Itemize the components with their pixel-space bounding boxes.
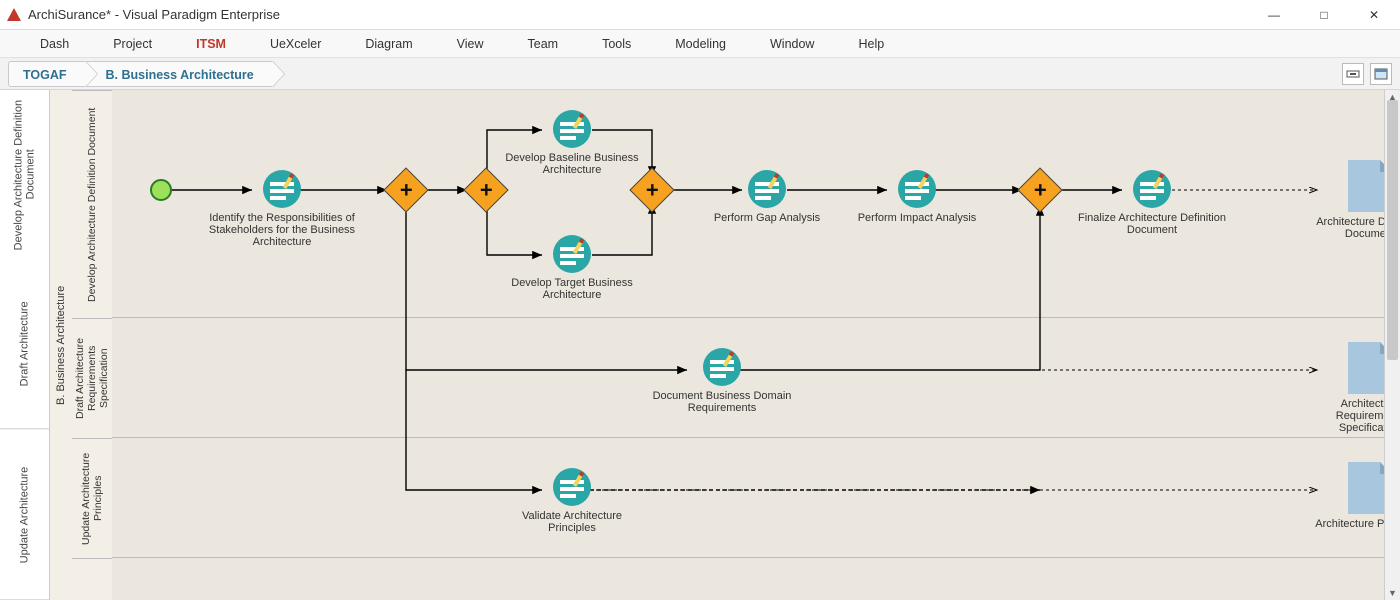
menu-bar: Dash Project ITSM UeXceler Diagram View … bbox=[0, 30, 1400, 58]
gateway-g3[interactable]: + bbox=[636, 174, 668, 206]
title-bar: ArchiSurance* - Visual Paradigm Enterpri… bbox=[0, 0, 1400, 30]
task-label: Develop Baseline Business Architecture bbox=[497, 152, 647, 176]
task-document-requirements[interactable]: Document Business Domain Requirements bbox=[642, 348, 802, 414]
menu-dash[interactable]: Dash bbox=[18, 30, 91, 57]
minimize-icon: — bbox=[1268, 8, 1280, 22]
menu-view[interactable]: View bbox=[435, 30, 506, 57]
lane-header-update[interactable]: Update Architecture Principles bbox=[72, 438, 112, 558]
task-finalize-definition[interactable]: Finalize Architecture Definition Documen… bbox=[1077, 170, 1227, 236]
menu-diagram[interactable]: Diagram bbox=[343, 30, 434, 57]
data-object-requirements-spec[interactable]: Architecture Requirements Specification bbox=[1310, 342, 1384, 434]
task-label: Finalize Architecture Definition Documen… bbox=[1077, 212, 1227, 236]
breadcrumb: TOGAF B. Business Architecture bbox=[8, 61, 273, 87]
lane-update bbox=[112, 438, 1384, 558]
pool-header[interactable]: B. Business Architecture bbox=[50, 90, 72, 600]
minimize-button[interactable]: — bbox=[1260, 5, 1288, 25]
gateway-g2[interactable]: + bbox=[470, 174, 502, 206]
menu-help[interactable]: Help bbox=[836, 30, 906, 57]
task-label: Document Business Domain Requirements bbox=[647, 390, 797, 414]
diagram-canvas[interactable]: Identify the Responsibilities of Stakeho… bbox=[112, 90, 1384, 600]
scroll-thumb[interactable] bbox=[1387, 100, 1398, 360]
task-label: Validate Architecture Principles bbox=[497, 510, 647, 534]
task-gap-analysis[interactable]: Perform Gap Analysis bbox=[697, 170, 837, 224]
task-impact-analysis[interactable]: Perform Impact Analysis bbox=[842, 170, 992, 224]
outline-draft[interactable]: Draft Architecture bbox=[0, 259, 49, 429]
task-develop-target[interactable]: Develop Target Business Architecture bbox=[497, 235, 647, 301]
menu-project[interactable]: Project bbox=[91, 30, 174, 57]
toolbar-panel-icon[interactable] bbox=[1370, 63, 1392, 85]
start-event[interactable] bbox=[150, 179, 172, 201]
menu-modeling[interactable]: Modeling bbox=[653, 30, 748, 57]
menu-tools[interactable]: Tools bbox=[580, 30, 653, 57]
breadcrumb-bar: TOGAF B. Business Architecture bbox=[0, 58, 1400, 90]
menu-itsm[interactable]: ITSM bbox=[174, 30, 248, 57]
lane-header-draft[interactable]: Draft Architecture Requirements Specific… bbox=[72, 318, 112, 438]
breadcrumb-item-togaf[interactable]: TOGAF bbox=[8, 61, 86, 87]
task-validate-principles[interactable]: Validate Architecture Principles bbox=[497, 468, 647, 534]
toolbar-fit-icon[interactable] bbox=[1342, 63, 1364, 85]
task-label: Perform Impact Analysis bbox=[842, 212, 992, 224]
task-label: Develop Target Business Architecture bbox=[497, 277, 647, 301]
task-label: Perform Gap Analysis bbox=[697, 212, 837, 224]
data-object-principles[interactable]: Architecture Principles bbox=[1310, 462, 1384, 530]
workspace: Develop Architecture Definition Document… bbox=[0, 90, 1400, 600]
window-title: ArchiSurance* - Visual Paradigm Enterpri… bbox=[28, 7, 1260, 22]
gateway-g1[interactable]: + bbox=[390, 174, 422, 206]
scroll-down-icon[interactable]: ▼ bbox=[1385, 586, 1400, 600]
close-icon: ✕ bbox=[1369, 8, 1379, 22]
outline-update[interactable]: Update Architecture bbox=[0, 430, 49, 600]
gateway-g4[interactable]: + bbox=[1024, 174, 1056, 206]
vertical-scrollbar[interactable]: ▲ ▼ bbox=[1384, 90, 1400, 600]
task-label: Identify the Responsibilities of Stakeho… bbox=[207, 212, 357, 248]
lane-header-develop[interactable]: Develop Architecture Definition Document bbox=[72, 90, 112, 318]
lane-headers: Develop Architecture Definition Document… bbox=[72, 90, 112, 600]
outline-develop[interactable]: Develop Architecture Definition Document bbox=[0, 90, 49, 259]
maximize-icon: □ bbox=[1320, 8, 1327, 22]
task-identify-stakeholders[interactable]: Identify the Responsibilities of Stakeho… bbox=[197, 170, 367, 248]
menu-team[interactable]: Team bbox=[506, 30, 581, 57]
menu-window[interactable]: Window bbox=[748, 30, 836, 57]
maximize-button[interactable]: □ bbox=[1310, 5, 1338, 25]
data-object-definition-document[interactable]: Architecture Definition Document bbox=[1310, 160, 1384, 240]
menu-uexceler[interactable]: UeXceler bbox=[248, 30, 343, 57]
app-logo-icon bbox=[6, 7, 22, 23]
breadcrumb-item-business-architecture[interactable]: B. Business Architecture bbox=[85, 61, 273, 87]
close-button[interactable]: ✕ bbox=[1360, 5, 1388, 25]
window-controls: — □ ✕ bbox=[1260, 5, 1394, 25]
task-develop-baseline[interactable]: Develop Baseline Business Architecture bbox=[497, 110, 647, 176]
lane-header-empty bbox=[72, 558, 112, 600]
outline-column: Develop Architecture Definition Document… bbox=[0, 90, 50, 600]
